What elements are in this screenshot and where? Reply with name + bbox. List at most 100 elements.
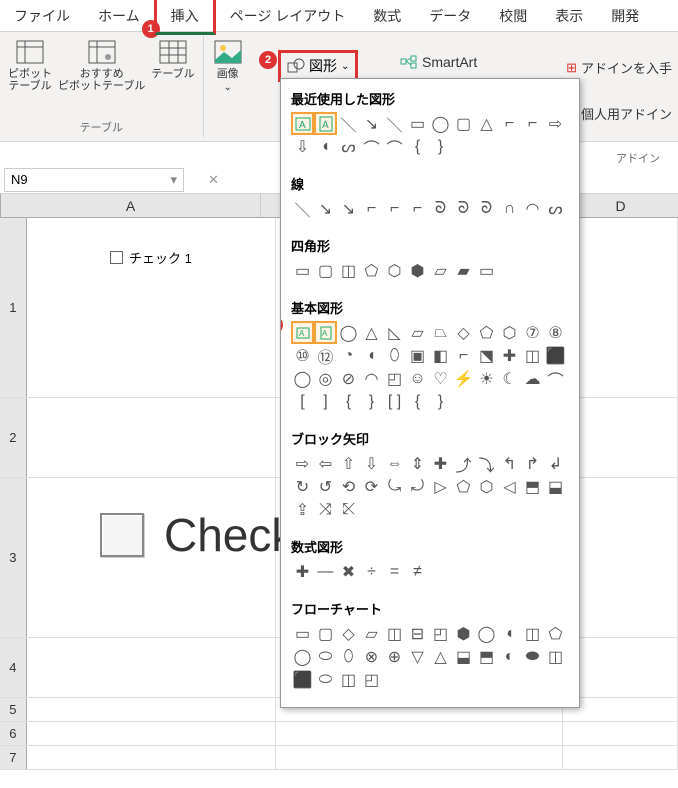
shape-triangle[interactable]: △	[475, 112, 498, 135]
fc2[interactable]: ▢	[314, 622, 337, 645]
fc14[interactable]: ⬭	[314, 645, 337, 668]
line12[interactable]: ᔕ	[544, 197, 567, 220]
rect3[interactable]: ◫	[337, 259, 360, 282]
shape-line[interactable]: ＼	[337, 112, 360, 135]
fc5[interactable]: ◫	[383, 622, 406, 645]
tab-view[interactable]: 表示	[541, 0, 597, 32]
fc28[interactable]: ◰	[360, 668, 383, 691]
tab-file[interactable]: ファイル	[0, 0, 84, 32]
b-cloud[interactable]: ☁	[521, 367, 544, 390]
fc3[interactable]: ◇	[337, 622, 360, 645]
b-bc1[interactable]: {	[337, 390, 360, 413]
cell-d6[interactable]	[563, 722, 678, 745]
row-header-4[interactable]: 4	[0, 638, 27, 697]
ba12[interactable]: ↲	[544, 452, 567, 475]
cell-gap7[interactable]	[276, 746, 563, 769]
rect8[interactable]: ▰	[452, 259, 475, 282]
rect2[interactable]: ▢	[314, 259, 337, 282]
ba5[interactable]: ⇔	[383, 452, 406, 475]
row-header-6[interactable]: 6	[0, 722, 27, 745]
b-chord[interactable]: ◖	[360, 344, 383, 367]
cell-a2[interactable]	[27, 398, 276, 477]
shape-arrow-line[interactable]: ↘	[360, 112, 383, 135]
shape-d[interactable]: ◖	[314, 135, 337, 158]
cancel-icon[interactable]: ✕	[208, 172, 219, 188]
eq-minus[interactable]: —	[314, 560, 337, 583]
shape-arrow-r[interactable]: ⇨	[544, 112, 567, 135]
cell-d7[interactable]	[563, 746, 678, 769]
row-header-5[interactable]: 5	[0, 698, 27, 721]
b-arc4[interactable]: ⌒	[544, 367, 567, 390]
eq-eq[interactable]: =	[383, 560, 406, 583]
line11[interactable]: ◠	[521, 197, 544, 220]
ba10[interactable]: ↰	[498, 452, 521, 475]
rec-pivot-button[interactable]: おすすめ ピボットテーブル	[58, 38, 145, 92]
shape-textbox-basic[interactable]: A	[291, 321, 314, 344]
cell-a7[interactable]	[27, 746, 276, 769]
rect6[interactable]: ⬢	[406, 259, 429, 282]
b-para[interactable]: ▱	[406, 321, 429, 344]
tab-review[interactable]: 校閲	[485, 0, 541, 32]
b-cyl2[interactable]: ◯	[291, 367, 314, 390]
b-dia[interactable]: ◇	[452, 321, 475, 344]
fc9[interactable]: ◯	[475, 622, 498, 645]
b-plus[interactable]: ✚	[498, 344, 521, 367]
b-sun[interactable]: ☀	[475, 367, 498, 390]
rect1[interactable]: ▭	[291, 259, 314, 282]
b-bolt[interactable]: ⚡	[452, 367, 475, 390]
cell-d2[interactable]	[563, 398, 678, 477]
shape-brace-r[interactable]: }	[429, 135, 452, 158]
ba6[interactable]: ⇕	[406, 452, 429, 475]
shape-roundrect[interactable]: ▢	[452, 112, 475, 135]
fc10[interactable]: ◖	[498, 622, 521, 645]
ba24[interactable]: ⬓	[544, 475, 567, 498]
b-frame[interactable]: ▣	[406, 344, 429, 367]
tab-formulas[interactable]: 数式	[359, 0, 415, 32]
shape-arc2[interactable]: ⌒	[383, 135, 406, 158]
pivot-table-button[interactable]: ピボット テーブル	[8, 38, 52, 92]
b-fold[interactable]: ◰	[383, 367, 406, 390]
b-l[interactable]: ⌐	[452, 344, 475, 367]
rect5[interactable]: ⬡	[383, 259, 406, 282]
name-box[interactable]: N9 ▾	[4, 168, 184, 192]
fc26[interactable]: ⬭	[314, 668, 337, 691]
b-half[interactable]: ◧	[429, 344, 452, 367]
shape-rect[interactable]: ▭	[406, 112, 429, 135]
shape-arrow-d[interactable]: ⇩	[291, 135, 314, 158]
b-no[interactable]: ⊘	[337, 367, 360, 390]
b-pie[interactable]: ◔	[337, 344, 360, 367]
b-trap[interactable]: ⏢	[429, 321, 452, 344]
b-tri[interactable]: △	[360, 321, 383, 344]
large-check-shape[interactable]: Check	[100, 508, 294, 562]
ba15[interactable]: ⟲	[337, 475, 360, 498]
line5[interactable]: ⌐	[383, 197, 406, 220]
ba17[interactable]: ⤿	[383, 475, 406, 498]
b-8[interactable]: ⑧	[544, 321, 567, 344]
b-rtri[interactable]: ◺	[383, 321, 406, 344]
image-button[interactable]: 画像 ⌄	[212, 38, 244, 93]
eq-div[interactable]: ÷	[360, 560, 383, 583]
rect4[interactable]: ⬠	[360, 259, 383, 282]
ba9[interactable]: ⤵	[475, 452, 498, 475]
cell-a6[interactable]	[27, 722, 276, 745]
b-12[interactable]: ⑫	[314, 344, 337, 367]
b-tear[interactable]: ⬯	[383, 344, 406, 367]
rect9[interactable]: ▭	[475, 259, 498, 282]
b-bp2[interactable]: {	[406, 390, 429, 413]
b-br2[interactable]: ]	[314, 390, 337, 413]
b-10[interactable]: ⑩	[291, 344, 314, 367]
ba20[interactable]: ⬠	[452, 475, 475, 498]
line1[interactable]: ＼	[291, 197, 314, 220]
line7[interactable]: ᘐ	[429, 197, 452, 220]
ba18[interactable]: ⤾	[406, 475, 429, 498]
shape-oval[interactable]: ◯	[429, 112, 452, 135]
fc21[interactable]: ⬒	[475, 645, 498, 668]
cell-d5[interactable]	[563, 698, 678, 721]
my-addins-button[interactable]: 個人用アドイン	[581, 104, 672, 123]
b-bp1[interactable]: [ ]	[383, 390, 406, 413]
ba14[interactable]: ↺	[314, 475, 337, 498]
b-br1[interactable]: [	[291, 390, 314, 413]
line3[interactable]: ↘	[337, 197, 360, 220]
tab-insert[interactable]: 挿入	[154, 0, 216, 35]
get-addins-button[interactable]: ⊞ アドインを入手	[566, 58, 672, 77]
